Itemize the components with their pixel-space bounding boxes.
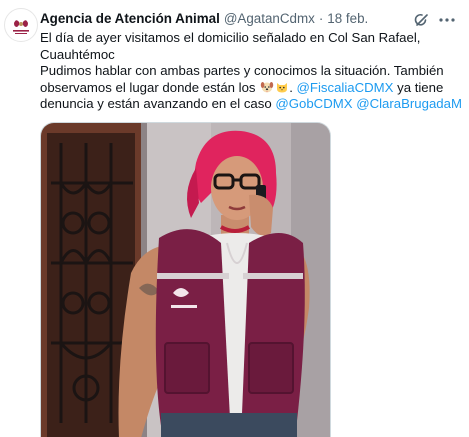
- dog-face-icon: [260, 81, 273, 92]
- tweet-card[interactable]: Agencia de Atención Animal @AgatanCdmx ·…: [0, 0, 469, 437]
- tweet-line: El día de ayer visitamos el domicilio se…: [40, 30, 421, 45]
- tweet-date[interactable]: 18 feb.: [327, 11, 368, 26]
- account-name[interactable]: Agencia de Atención Animal: [40, 11, 220, 26]
- mention-gobcdmx[interactable]: @GobCDMX: [275, 96, 352, 111]
- cat-face-icon: [276, 82, 287, 92]
- tweet-line: denuncia y están avanzando en el caso @G…: [40, 96, 465, 113]
- more-dots-icon[interactable]: [436, 12, 458, 28]
- mention-clarabrugadam[interactable]: @ClaraBrugadaM: [356, 96, 462, 111]
- photo-woman-on-phone: [41, 123, 330, 437]
- mention-fiscaliacdmx[interactable]: @FiscaliaCDMX: [297, 80, 394, 95]
- avatar[interactable]: [4, 8, 38, 42]
- tweet-text-segment: ya tiene: [393, 79, 444, 95]
- agency-logo-icon: [7, 11, 35, 39]
- tweet-photo[interactable]: [40, 122, 331, 437]
- grok-icon[interactable]: [414, 12, 430, 28]
- tweet-line: Cuauhtémoc: [40, 46, 115, 62]
- separator-dot: ·: [318, 11, 324, 26]
- tweet-header: Agencia de Atención Animal @AgatanCdmx ·…: [40, 11, 409, 29]
- tweet-text: El día de ayer visitamos el domicilio se…: [40, 30, 465, 113]
- tweet-line: Pudimos hablar con ambas partes y conoci…: [40, 63, 444, 78]
- tweet-line: observamos el lugar donde están los . @F…: [40, 79, 444, 95]
- account-handle[interactable]: @AgatanCdmx: [224, 11, 315, 26]
- tweet-text-segment: denuncia y están avanzando en el caso: [40, 96, 276, 111]
- tweet-text-segment: observamos el lugar donde están los: [40, 79, 260, 95]
